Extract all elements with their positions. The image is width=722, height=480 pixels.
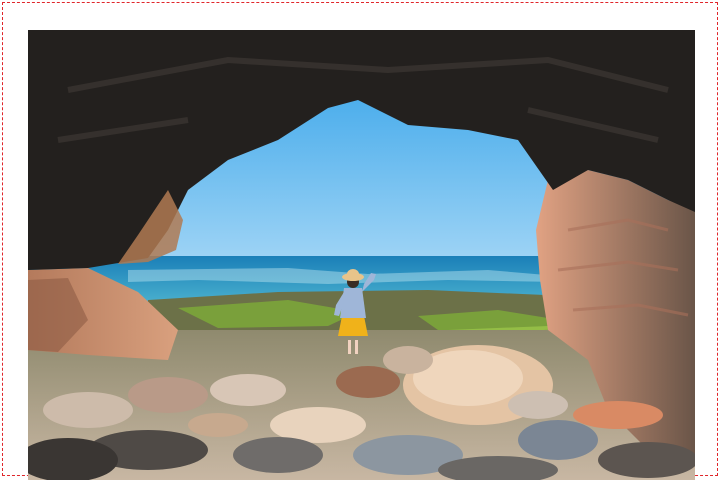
cave-beach-photo: [28, 30, 695, 480]
photo: [28, 30, 695, 480]
